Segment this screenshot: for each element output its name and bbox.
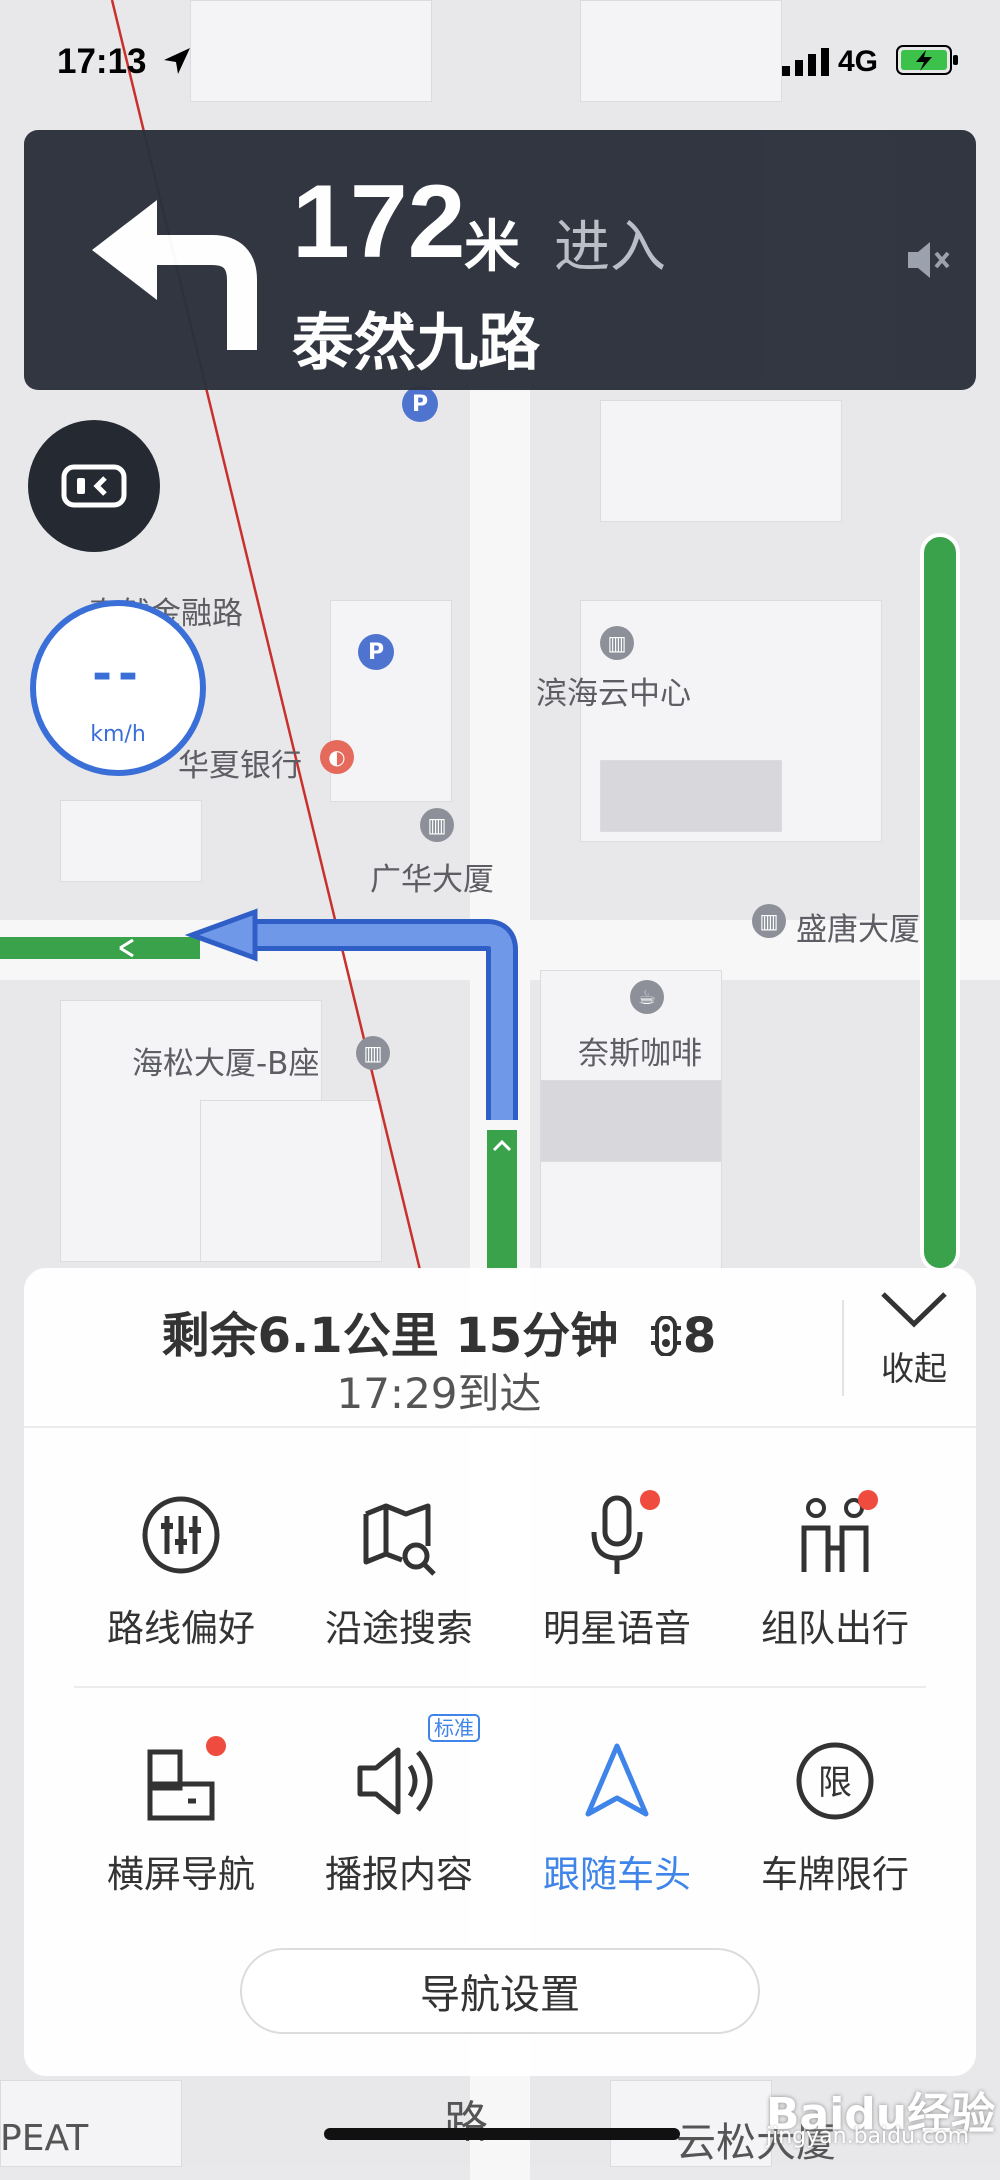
distance-unit: 米 xyxy=(464,215,520,280)
bank-icon: ◐ xyxy=(320,740,354,774)
turn-left-arrow-icon xyxy=(92,200,257,350)
location-arrow-icon xyxy=(164,48,190,74)
nav-menu-sheet: 剩余6.1公里 15分钟 8 17:29到达 收起 路线偏好 沿途搜索 明星语音… xyxy=(24,1268,976,2076)
battery-icon xyxy=(896,45,958,75)
map-label: PEAT xyxy=(0,2118,89,2159)
plate-restriction-button[interactable]: 限 车牌限行 xyxy=(726,1736,944,1898)
watermark-url: jingyan.baidu.com xyxy=(766,2124,970,2149)
map-label: 奈斯咖啡 xyxy=(578,1036,702,1072)
menu-label: 车牌限行 xyxy=(761,1853,909,1896)
restriction-icon: 限 xyxy=(796,1742,874,1820)
parking-icon: P xyxy=(358,634,394,670)
map-label: 滨海云中心 xyxy=(536,676,691,712)
turn-action: 进入 xyxy=(554,215,666,280)
menu-label: 路线偏好 xyxy=(107,1607,255,1650)
route-preference-button[interactable]: 路线偏好 xyxy=(72,1490,290,1652)
nav-settings-button[interactable]: 导航设置 xyxy=(240,1948,760,2034)
chevron-down-icon xyxy=(881,1292,947,1328)
speed-unit: km/h xyxy=(90,722,146,747)
map-label: 广华大厦 xyxy=(370,862,494,898)
menu-label: 跟随车头 xyxy=(543,1853,691,1896)
notification-dot xyxy=(206,1736,226,1756)
home-indicator[interactable] xyxy=(324,2128,680,2140)
map-label: 路 xyxy=(444,2097,488,2148)
voice-mode-badge: 标准 xyxy=(428,1714,480,1742)
heading-arrow-icon xyxy=(585,1743,649,1817)
menu-label: 沿途搜索 xyxy=(325,1607,473,1650)
along-route-search-button[interactable]: 沿途搜索 xyxy=(290,1490,508,1652)
turn-guidance-panel: 172 米 进入 泰然九路 xyxy=(24,130,976,390)
menu-label: 播报内容 xyxy=(325,1853,473,1896)
speaker-icon xyxy=(357,1747,433,1815)
map-search-icon xyxy=(363,1503,436,1576)
divider xyxy=(842,1300,844,1396)
map-label: 盛唐大厦 xyxy=(796,912,920,948)
menu-label: 明星语音 xyxy=(543,1607,691,1650)
speaker-mute-icon[interactable] xyxy=(904,238,952,282)
broadcast-content-button[interactable]: 标准 播报内容 xyxy=(290,1714,508,1898)
turn-distance: 172 xyxy=(292,164,466,280)
divider xyxy=(74,1686,926,1688)
building-icon: ▥ xyxy=(752,904,786,938)
traffic-light-count: 8 xyxy=(682,1308,717,1364)
collapse-label: 收起 xyxy=(881,1349,947,1388)
menu-label: 横屏导航 xyxy=(107,1853,255,1896)
notification-dot xyxy=(858,1490,878,1510)
team-travel-button[interactable]: 组队出行 xyxy=(726,1490,944,1652)
restriction-icon-text: 限 xyxy=(818,1763,852,1803)
map-label: 海松大厦-B座 xyxy=(132,1046,320,1082)
menu-label: 组队出行 xyxy=(761,1607,909,1650)
building-icon: ▥ xyxy=(600,626,634,660)
next-road-name: 泰然九路 xyxy=(292,306,541,379)
building-icon: ▥ xyxy=(356,1036,390,1070)
cafe-icon: ☕ xyxy=(630,980,664,1014)
landscape-nav-button[interactable]: 横屏导航 xyxy=(72,1736,290,1898)
heading-up-button[interactable]: 跟随车头 xyxy=(508,1736,726,1898)
traffic-light-icon xyxy=(650,1315,681,1357)
trip-summary: 剩余6.1公里 15分钟 8 xyxy=(24,1296,854,1366)
arrival-time: 17:29到达 xyxy=(336,1369,542,1418)
building-icon: ▥ xyxy=(420,808,454,842)
collapse-button[interactable]: 收起 xyxy=(864,1288,964,1390)
divider xyxy=(24,1426,976,1428)
network-label: 4G xyxy=(838,45,879,78)
parking-icon: P xyxy=(402,386,438,422)
speedometer: -- km/h xyxy=(30,600,206,776)
status-time: 17:13 xyxy=(57,42,147,81)
preview-icon xyxy=(61,464,127,508)
sliders-icon xyxy=(142,1496,220,1574)
signal-icon xyxy=(782,48,829,76)
speed-value: -- xyxy=(92,646,144,702)
notification-dot xyxy=(640,1490,660,1510)
status-bar: 17:13 4G xyxy=(0,0,1000,120)
star-voice-button[interactable]: 明星语音 xyxy=(508,1490,726,1652)
exit-browse-button[interactable] xyxy=(28,420,160,552)
remaining-distance-time: 剩余6.1公里 15分钟 xyxy=(161,1308,619,1364)
